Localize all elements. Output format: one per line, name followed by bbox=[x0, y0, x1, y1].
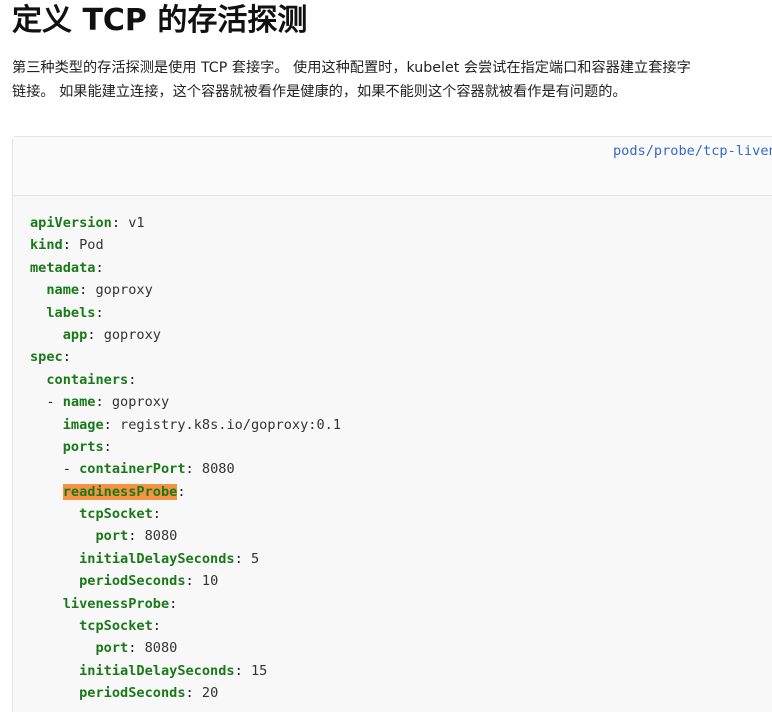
code-line: app: goproxy bbox=[62, 326, 161, 343]
code-line: kind: Pod bbox=[30, 237, 104, 254]
yaml-key: tcpSocket bbox=[79, 506, 153, 523]
yaml-key: initialDelaySeconds bbox=[79, 550, 235, 567]
yaml-value: 8080 bbox=[201, 461, 235, 478]
yaml-key: containerPort bbox=[79, 461, 186, 478]
yaml-value: 10 bbox=[201, 573, 219, 590]
yaml-value: goproxy bbox=[95, 282, 153, 299]
yaml-value: 8080 bbox=[144, 528, 178, 545]
yaml-value: 8080 bbox=[144, 640, 178, 657]
code-line: apiVersion: v1 bbox=[30, 215, 145, 231]
yaml-key: containers bbox=[46, 371, 129, 388]
code-line: livenessProbe: bbox=[62, 595, 178, 612]
section-heading: 定义 TCP 的存活探测 bbox=[12, 3, 308, 38]
docs-page: 定义 TCP 的存活探测 第三种类型的存活探测是使用 TCP 套接字。 使用这种… bbox=[0, 0, 772, 712]
paragraph-line-1: 第三种类型的存活探测是使用 TCP 套接字。 使用这种配置时，kubelet 会… bbox=[12, 60, 691, 76]
code-line: - name: goproxy bbox=[30, 394, 170, 411]
yaml-value: goproxy bbox=[103, 326, 161, 343]
code-line: ports: bbox=[62, 438, 112, 455]
yaml-value: registry.k8s.io/goproxy:0.1 bbox=[120, 416, 342, 433]
code-block-header: pods/probe/tcp-liveness-readiness.yaml bbox=[13, 137, 772, 196]
code-line: - containerPort: 8080 bbox=[30, 461, 235, 478]
yaml-key: livenessProbe bbox=[62, 595, 170, 612]
yaml-key: tcpSocket bbox=[79, 618, 153, 635]
yaml-key: spec bbox=[30, 349, 63, 366]
code-line: labels: bbox=[46, 304, 104, 321]
code-line: periodSeconds: 10 bbox=[79, 573, 219, 590]
yaml-value: 5 bbox=[250, 550, 260, 567]
yaml-key: periodSeconds bbox=[79, 685, 186, 702]
source-file-link[interactable]: pods/probe/tcp-liveness-readiness.yaml bbox=[613, 143, 772, 159]
section-paragraph: 第三种类型的存活探测是使用 TCP 套接字。 使用这种配置时，kubelet 会… bbox=[12, 56, 772, 104]
yaml-value: 20 bbox=[201, 685, 219, 702]
code-line: initialDelaySeconds: 5 bbox=[79, 550, 260, 567]
yaml-key: kind bbox=[30, 237, 63, 254]
yaml-value: goproxy bbox=[111, 394, 170, 411]
code-line: tcpSocket: bbox=[79, 506, 161, 523]
code-line: readinessProbe: bbox=[62, 483, 186, 500]
code-line: initialDelaySeconds: 15 bbox=[79, 662, 268, 679]
code-line: containers: bbox=[46, 371, 137, 388]
code-line: name: goproxy bbox=[46, 282, 153, 299]
yaml-key: app bbox=[62, 326, 88, 343]
code-line: image: registry.k8s.io/goproxy:0.1 bbox=[62, 416, 342, 433]
yaml-value: 15 bbox=[250, 662, 268, 679]
yaml-key: name bbox=[62, 394, 96, 411]
yaml-key: metadata bbox=[30, 259, 96, 276]
yaml-value: Pod bbox=[79, 237, 104, 254]
yaml-key: apiVersion bbox=[30, 215, 112, 231]
yaml-key: name bbox=[46, 282, 80, 299]
yaml-key: initialDelaySeconds bbox=[79, 662, 235, 679]
yaml-key: periodSeconds bbox=[79, 573, 186, 590]
paragraph-line-2: 链接。 如果能建立连接，这个容器就被看作是健康的，如果不能则这个容器就被看作是有… bbox=[12, 84, 627, 100]
yaml-key: labels bbox=[46, 304, 96, 321]
code-line: port: 8080 bbox=[95, 528, 178, 545]
yaml-value: v1 bbox=[128, 215, 145, 231]
code-line: port: 8080 bbox=[95, 640, 178, 657]
code-line: metadata: bbox=[30, 259, 104, 276]
code-line: tcpSocket: bbox=[79, 618, 161, 635]
yaml-key: ports bbox=[62, 438, 104, 455]
code-line: periodSeconds: 20 bbox=[79, 685, 219, 702]
yaml-key: port bbox=[95, 528, 129, 545]
highlighted-yaml-key: readinessProbe bbox=[62, 483, 178, 500]
yaml-code: apiVersion: v1 kind: Pod metadata: name: g… bbox=[30, 212, 341, 705]
yaml-key: image bbox=[62, 416, 104, 433]
yaml-key: port bbox=[95, 640, 129, 657]
code-line: spec: bbox=[30, 349, 71, 366]
code-block: pods/probe/tcp-liveness-readiness.yaml a… bbox=[12, 136, 772, 712]
